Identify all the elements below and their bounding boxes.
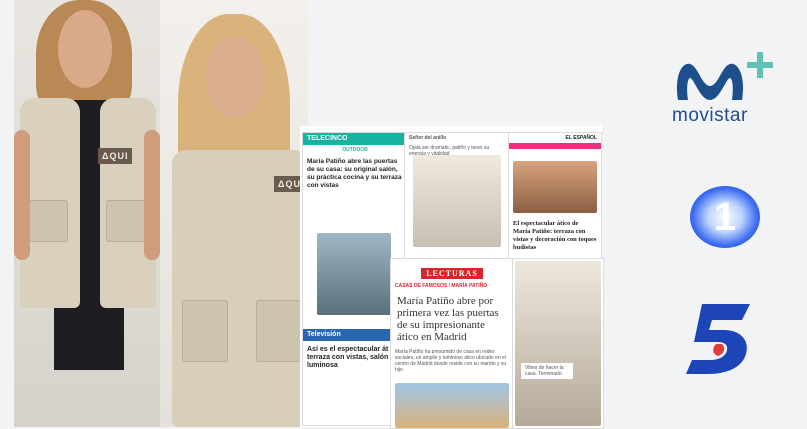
lecturas-logo-wrap: LECTURAS bbox=[391, 259, 513, 281]
tweet-card: Señor del anillo Ojalá ser dramatic, pat… bbox=[404, 132, 510, 260]
section-label: OUTDOOR bbox=[342, 147, 368, 153]
article-summary: María Patiño ha presumido de casa en red… bbox=[395, 349, 507, 373]
la1-logo: 1 bbox=[690, 186, 760, 248]
tweet-author: Señor del anillo bbox=[409, 135, 447, 141]
brand-badge: ΔQUI bbox=[98, 148, 133, 164]
photo-woman-left: ΔQUI bbox=[14, 0, 160, 427]
story-photo bbox=[515, 261, 601, 426]
story-caption: Vibes de hacer la casa. Terminado bbox=[521, 363, 573, 379]
arm bbox=[14, 130, 30, 260]
lecturas-article-card: LECTURAS CASAS DE FAMOSOS / MARÍA PATIÑO… bbox=[390, 258, 514, 429]
arm bbox=[144, 130, 160, 260]
elespanol-logo: EL ESPAÑOL bbox=[565, 135, 598, 141]
video-thumbnail bbox=[317, 233, 391, 315]
story-card: Vibes de hacer la casa. Terminado bbox=[512, 258, 604, 429]
movistar-wordmark: movistar bbox=[672, 105, 748, 126]
elespanol-bar bbox=[509, 143, 601, 149]
article-title: María Patiño abre las puertas de su casa… bbox=[307, 158, 402, 189]
movistar-plus-icon bbox=[747, 52, 773, 78]
telecinco-header: TELECINCO bbox=[303, 133, 407, 145]
article-photo bbox=[395, 383, 509, 428]
vest-pocket bbox=[182, 300, 228, 362]
vest-pocket bbox=[28, 200, 68, 242]
article-title: El espectacular ático de María Patiño: t… bbox=[513, 220, 597, 251]
face bbox=[206, 36, 264, 118]
telecinco-5-icon bbox=[686, 304, 750, 374]
elespanol-article-card: EL ESPAÑOL El espectacular ático de Marí… bbox=[508, 132, 602, 260]
vest-pocket bbox=[106, 200, 146, 242]
tweet-photo bbox=[413, 155, 501, 247]
movistar-m-icon bbox=[676, 63, 744, 100]
face bbox=[58, 10, 112, 88]
article-photo bbox=[513, 161, 597, 213]
press-collage: TELECINCO OUTDOOR María Patiño abre las … bbox=[300, 126, 604, 429]
photo-woman-right: ΔQUI bbox=[160, 0, 308, 427]
article-category: CASAS DE FAMOSOS / MARÍA PATIÑO bbox=[395, 283, 488, 289]
vest-pocket bbox=[256, 300, 302, 362]
article-title: María Patiño abre por primera vez las pu… bbox=[397, 295, 499, 343]
lecturas-logo: LECTURAS bbox=[421, 268, 483, 279]
